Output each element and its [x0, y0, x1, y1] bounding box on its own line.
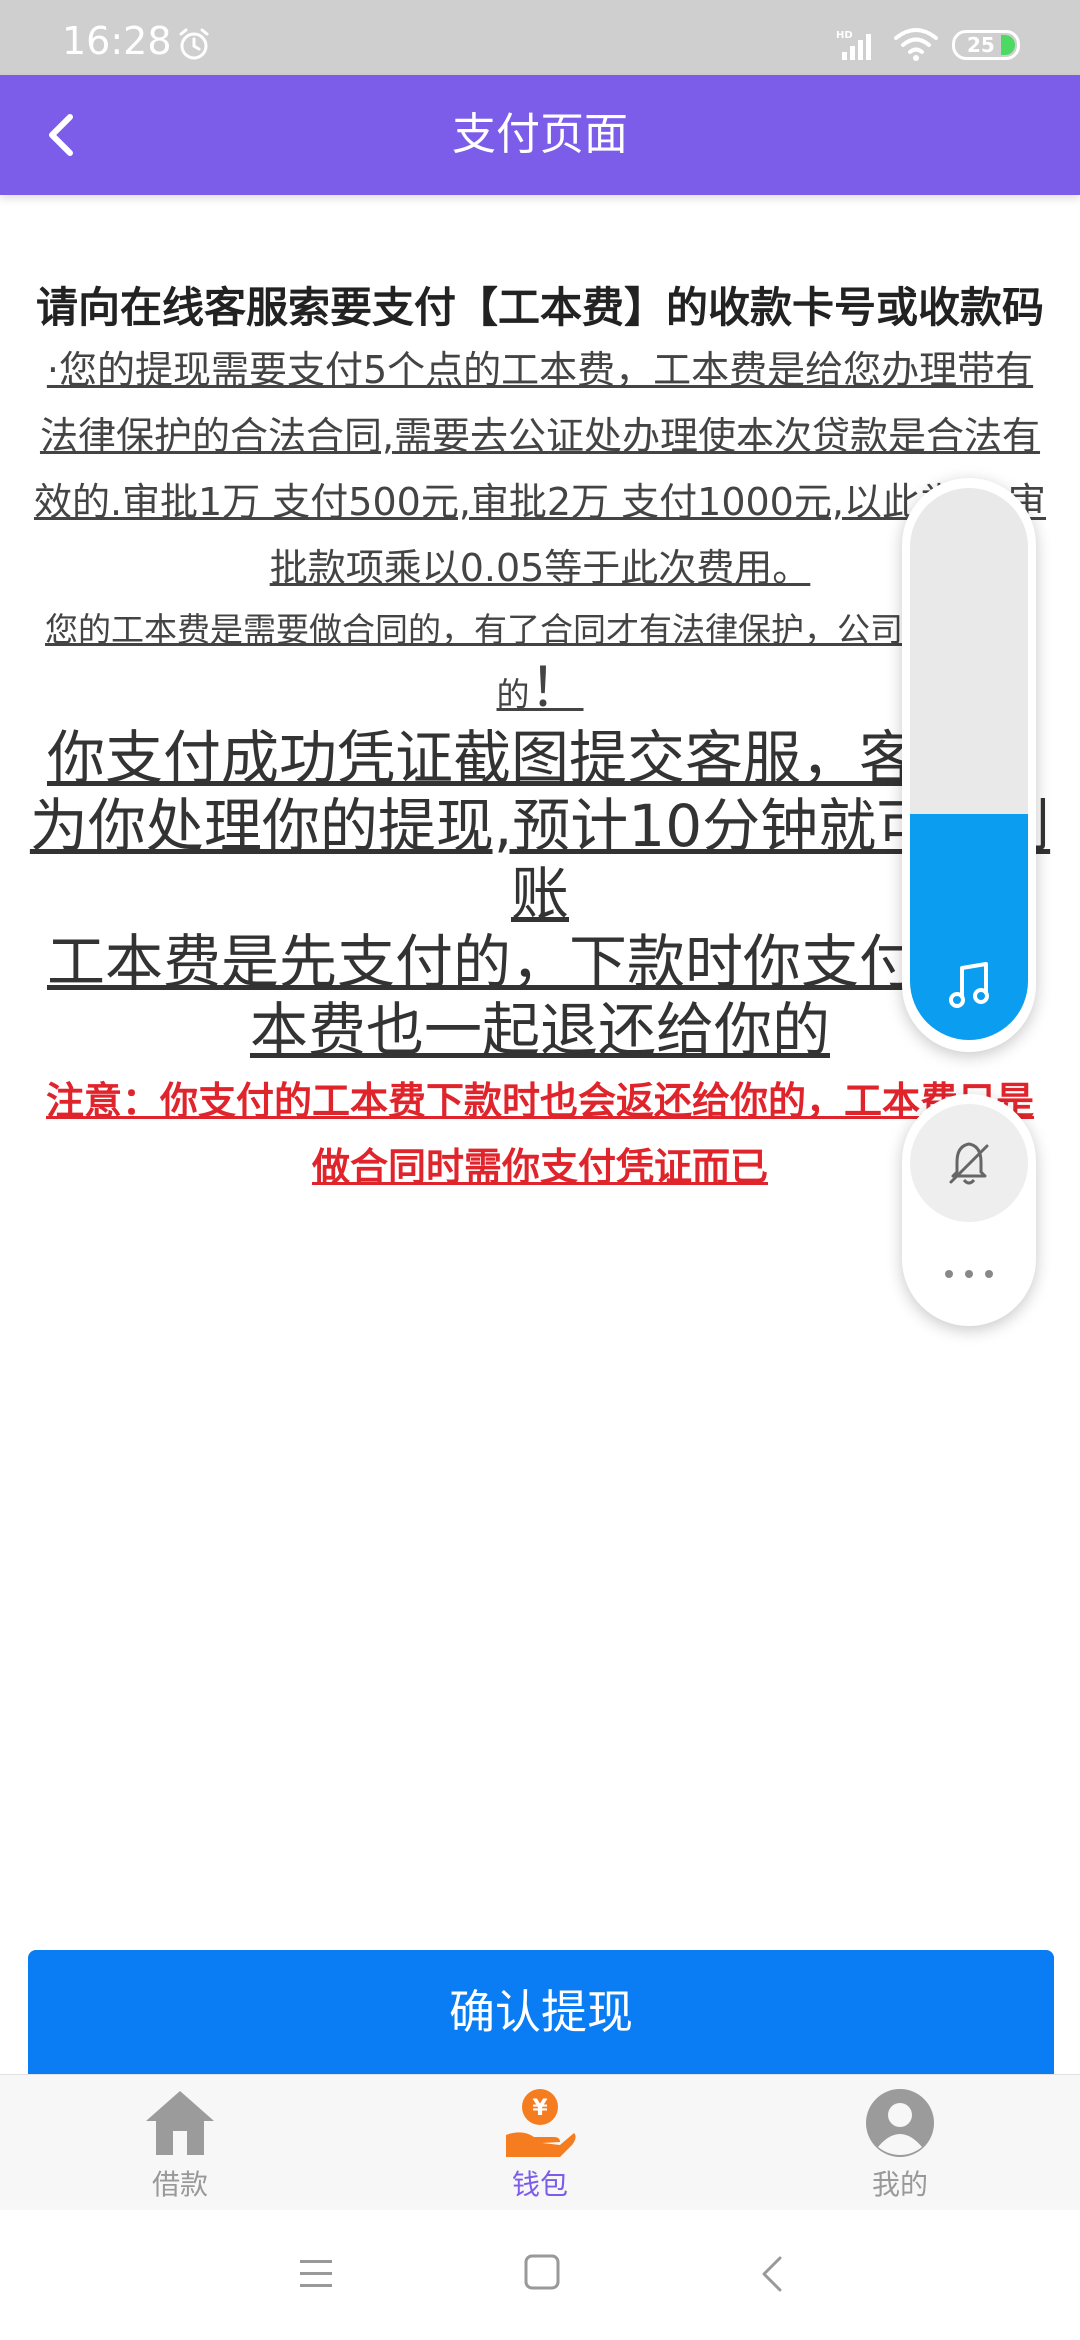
home-square-icon[interactable]: [522, 2252, 562, 2292]
payment-instructions: 请向在线客服索要支付【工本费】的收款卡号或收款码 ·您的提现需要支付5个点的工本…: [28, 285, 1052, 1200]
battery-fill: [1001, 35, 1015, 55]
instructions-heading: 请向在线客服索要支付【工本费】的收款卡号或收款码: [35, 283, 1044, 332]
wifi-icon: [894, 28, 938, 61]
music-note-icon: [949, 962, 989, 1008]
bell-off-icon: [949, 1142, 989, 1185]
fee-explanation: ·您的提现需要支付5个点的工本费，工本费是给您办理带有法律保护的合法合同,需要去…: [33, 348, 1047, 590]
tab-bar: 借款 ¥ 钱包 我的: [0, 2074, 1080, 2210]
header: 支付页面: [0, 75, 1080, 195]
tab-mine-label: 我的: [871, 2168, 928, 2201]
submit-proof-text: 你支付成功凭证截图提交客服，客服会为你处理你的提现,预计10分钟就可以到账: [29, 724, 1051, 928]
volume-panel: [902, 478, 1036, 1052]
back-triangle-icon[interactable]: [752, 2252, 792, 2296]
refund-text: 工本费是先支付的，下款时你支付的工本费也一起退还给你的: [46, 928, 1033, 1064]
battery-level: 25: [967, 33, 995, 57]
wallet-hand-coin-icon: ¥: [506, 2089, 576, 2157]
contract-explanation-end: ！: [529, 656, 584, 719]
battery-icon: 25: [952, 30, 1020, 60]
more-dots-icon[interactable]: [932, 1254, 1006, 1294]
mute-toggle-button[interactable]: [910, 1104, 1028, 1222]
status-time: 16:28: [62, 19, 172, 63]
notice-text: 注意：你支付的工本费下款时也会返还给你的，工本费只是做合同时需你支付凭证而已: [45, 1079, 1034, 1189]
tab-loan-label: 借款: [151, 2168, 208, 2201]
page-title: 支付页面: [452, 109, 628, 160]
status-bar: 16:28 HD 25: [0, 0, 1080, 75]
svg-text:HD: HD: [836, 30, 853, 41]
quick-settings-panel: [902, 1094, 1036, 1326]
chevron-left-icon[interactable]: [30, 103, 94, 167]
confirm-withdraw-button[interactable]: 确认提现: [28, 1950, 1054, 2075]
user-avatar-icon: [866, 2089, 934, 2157]
menu-icon[interactable]: [294, 2254, 338, 2294]
screen: 16:28 HD 25 支付页面 请向在线客服索要支付【工本费】的收款卡号或收款…: [0, 0, 1080, 2340]
tab-wallet[interactable]: ¥ 钱包: [440, 2075, 640, 2210]
volume-slider[interactable]: [910, 488, 1028, 1040]
contract-explanation: 您的工本费是需要做合同的，有了合同才有法律保护，公司才能出款的！: [28, 601, 1052, 724]
svg-text:¥: ¥: [532, 2096, 548, 2121]
house-icon: [146, 2091, 214, 2155]
system-nav-bar: [0, 2210, 1080, 2340]
tab-mine[interactable]: 我的: [800, 2075, 1000, 2210]
tab-wallet-label: 钱包: [511, 2168, 568, 2201]
alarm-icon: [179, 28, 209, 60]
hd-signal-icon: HD: [836, 30, 871, 60]
tab-loan[interactable]: 借款: [80, 2075, 280, 2210]
